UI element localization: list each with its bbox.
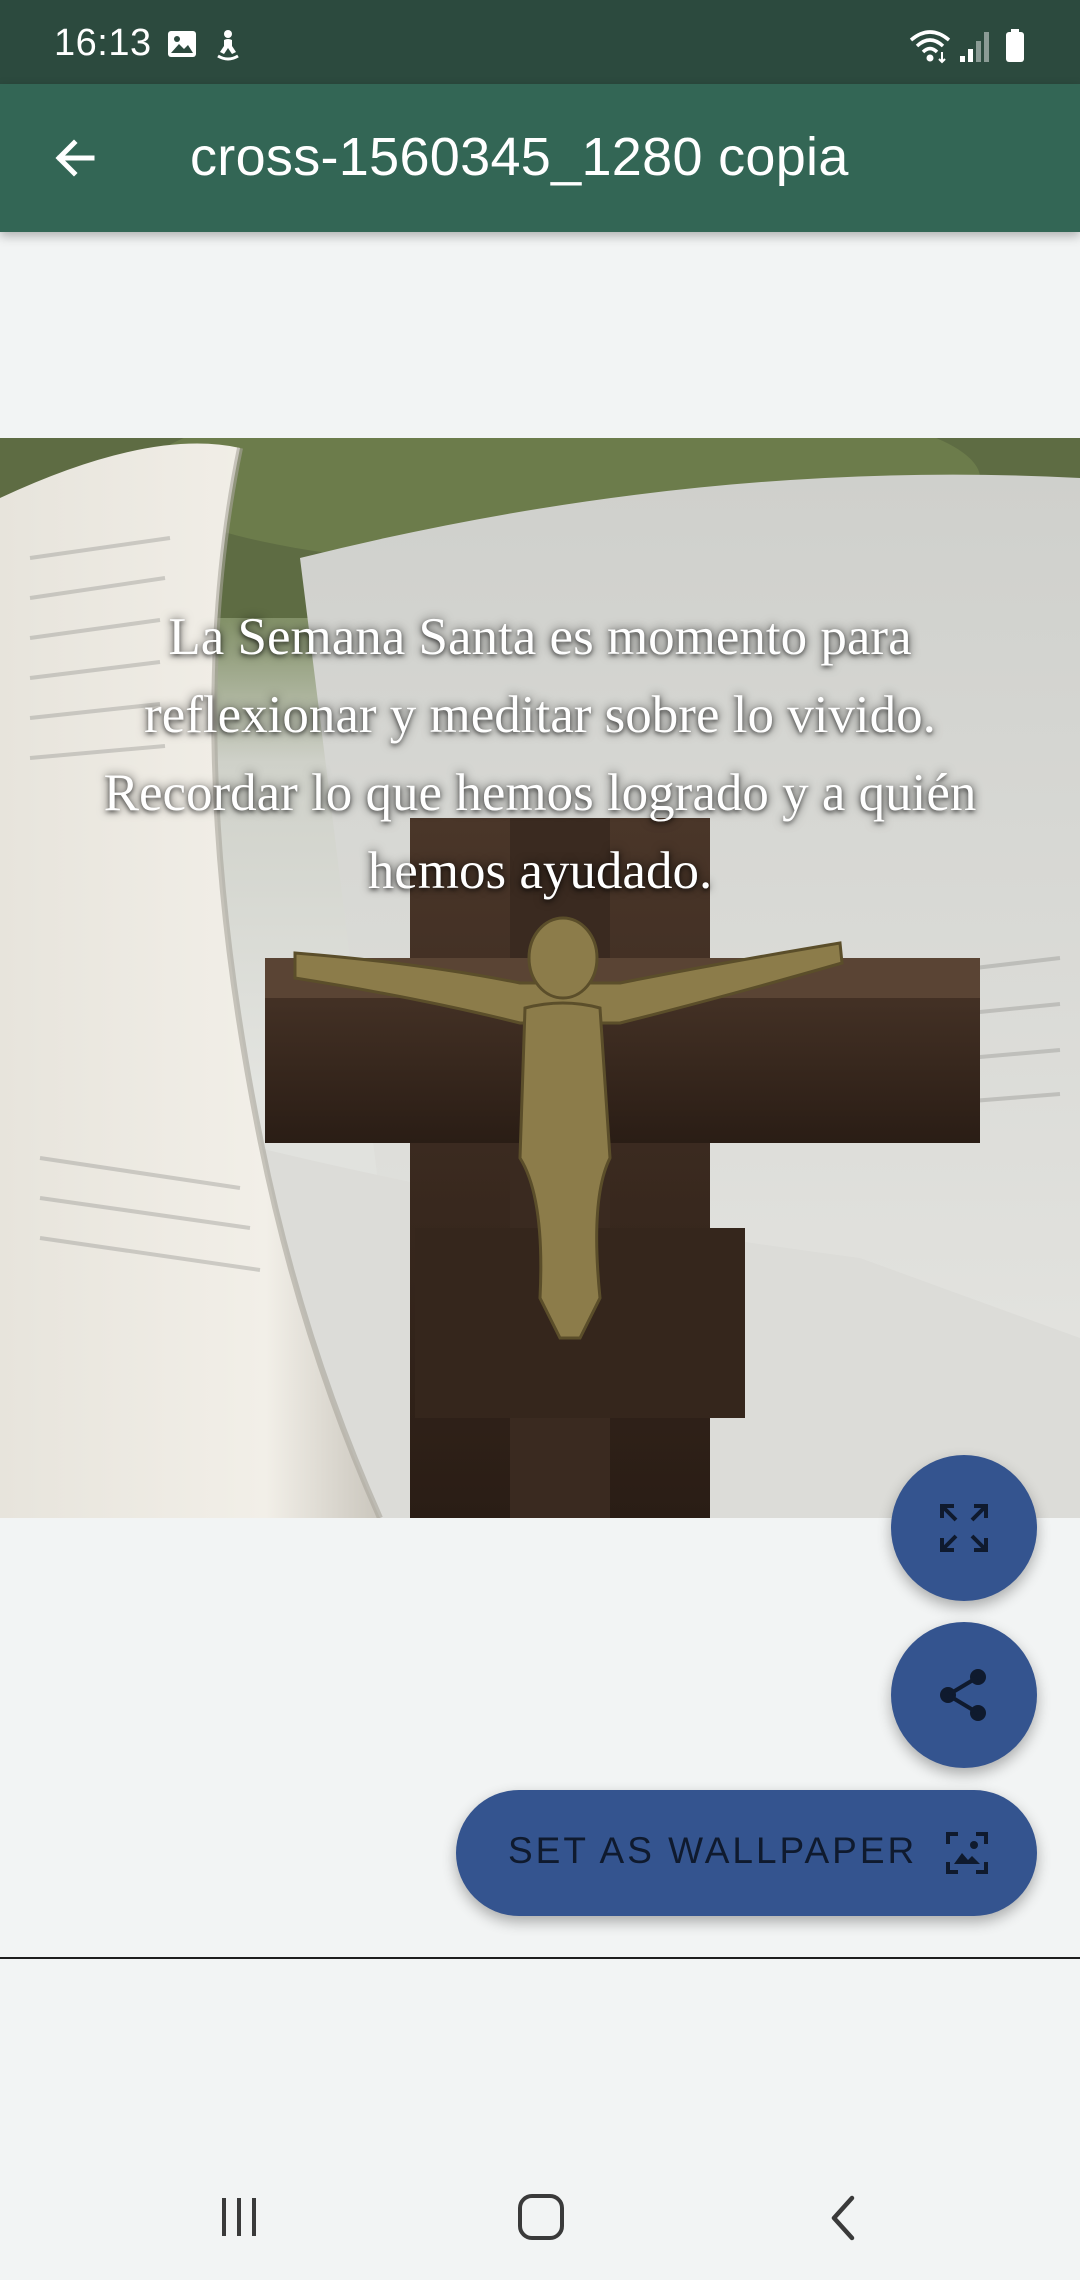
wifi-icon <box>908 28 952 69</box>
set-as-wallpaper-label: SET AS WALLPAPER <box>508 1830 918 1871</box>
recents-icon <box>222 2198 256 2236</box>
image-icon <box>166 28 198 65</box>
back-icon <box>831 2195 855 2241</box>
fullscreen-button[interactable] <box>891 1455 1037 1601</box>
home-button[interactable] <box>516 2192 568 2249</box>
wallpaper-quote: La Semana Santa es momento para reflexio… <box>103 608 977 900</box>
nav-back-button[interactable] <box>824 2192 866 2249</box>
divider <box>0 1957 1080 1959</box>
accessibility-icon <box>212 28 244 67</box>
status-time: 16:13 <box>54 22 152 64</box>
app-bar: cross-1560345_1280 copia <box>0 84 1080 232</box>
arrow-back-icon <box>55 139 95 177</box>
battery-icon <box>1004 28 1026 69</box>
home-icon <box>518 2194 564 2240</box>
share-icon <box>940 1669 986 1721</box>
signal-icon <box>958 28 994 69</box>
recents-button[interactable] <box>214 2192 264 2247</box>
back-button[interactable] <box>44 126 108 190</box>
page-title: cross-1560345_1280 copia <box>190 127 849 187</box>
wallpaper-icon <box>944 1830 990 1876</box>
status-bar: 16:13 <box>0 0 1080 84</box>
share-button[interactable] <box>891 1622 1037 1768</box>
wallpaper-image[interactable]: La Semana Santa es momento para reflexio… <box>0 438 1080 1518</box>
system-nav-bar <box>0 2152 1080 2280</box>
set-as-wallpaper-button[interactable]: SET AS WALLPAPER <box>456 1790 1037 1916</box>
fullscreen-icon <box>940 1504 988 1552</box>
